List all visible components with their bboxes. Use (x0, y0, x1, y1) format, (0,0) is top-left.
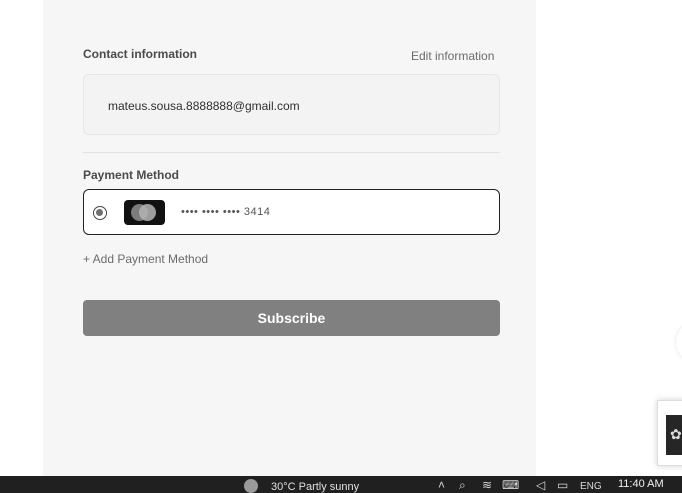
battery-icon[interactable]: ▭ (557, 478, 568, 492)
gear-icon: ✿ (670, 426, 682, 442)
network-icon[interactable]: ≋ (482, 478, 492, 492)
clock[interactable]: 11:40 AM (618, 478, 664, 490)
chevron-up-icon[interactable]: ˄ (438, 478, 445, 492)
language-indicator[interactable]: ENG (580, 481, 602, 492)
card-number: •••• •••• •••• 3414 (181, 206, 271, 218)
weather-text[interactable]: 30°C Partly sunny (271, 481, 359, 493)
floating-bubble[interactable] (676, 322, 682, 362)
card-brand-icon (124, 200, 165, 225)
payment-method-heading: Payment Method (83, 168, 180, 182)
page-margin (0, 0, 43, 476)
volume-icon[interactable]: ◁ (536, 478, 545, 492)
section-divider (83, 152, 500, 153)
search-icon[interactable]: ⌕ (459, 478, 466, 493)
payment-card-option[interactable]: •••• •••• •••• 3414 (83, 189, 500, 235)
subscribe-button[interactable]: Subscribe (83, 300, 500, 336)
email-field[interactable]: mateus.sousa.8888888@gmail.com (83, 74, 500, 135)
weather-icon[interactable] (244, 479, 258, 493)
keyboard-icon[interactable]: ⌨ (502, 478, 519, 492)
email-value: mateus.sousa.8888888@gmail.com (108, 99, 300, 113)
checkout-panel (43, 0, 536, 476)
edit-information-link[interactable]: Edit information (411, 49, 494, 63)
taskbar: 30°C Partly sunny ˄ ⌕ ≋ ⌨ ◁ ▭ ENG 11:40 … (0, 476, 682, 493)
contact-info-heading: Contact information (83, 47, 197, 61)
add-payment-method-link[interactable]: + Add Payment Method (83, 252, 208, 266)
floating-widget[interactable]: ✿ (657, 400, 682, 466)
radio-icon[interactable] (93, 206, 107, 220)
